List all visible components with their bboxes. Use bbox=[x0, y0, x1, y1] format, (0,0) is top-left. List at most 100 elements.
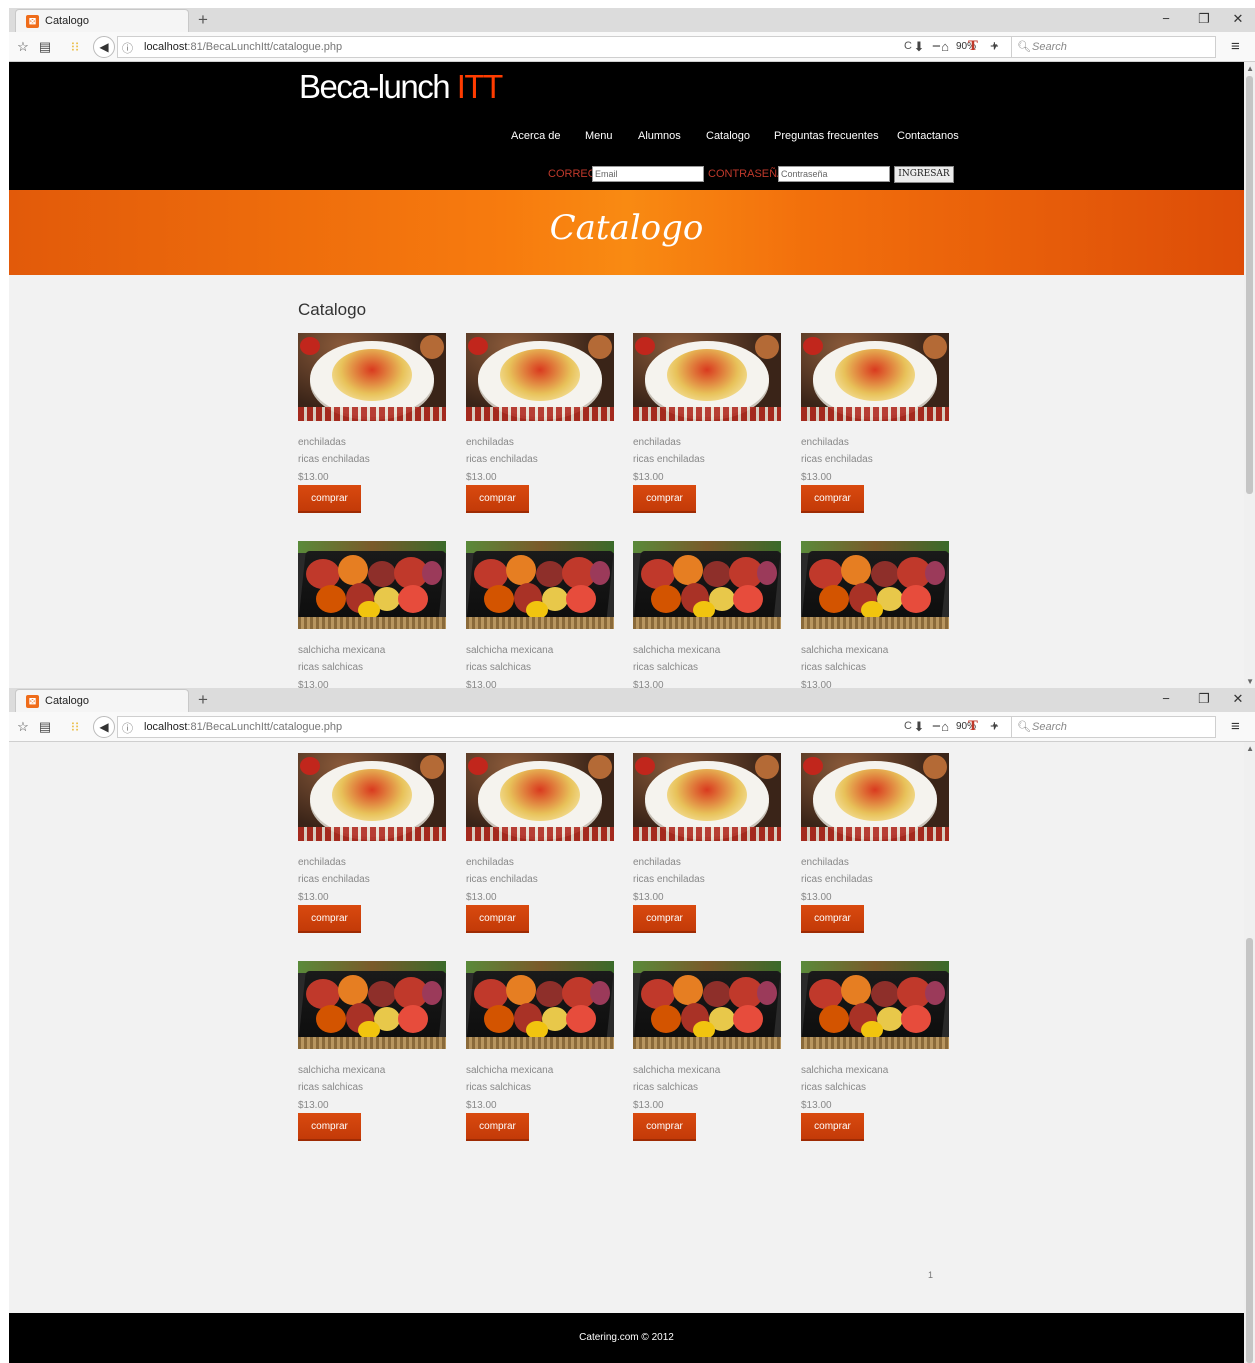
info-icon[interactable]: ⓘ bbox=[122, 40, 133, 56]
product-image[interactable] bbox=[298, 333, 446, 421]
buy-button[interactable]: comprar bbox=[633, 485, 696, 513]
product-card: salchicha mexicana ricas salchicas $13.00 c… bbox=[801, 961, 949, 1141]
product-image[interactable] bbox=[633, 753, 781, 841]
product-image[interactable] bbox=[801, 541, 949, 629]
buy-button[interactable]: comprar bbox=[801, 1113, 864, 1141]
product-price: $13.00 bbox=[633, 472, 664, 483]
buy-button[interactable]: comprar bbox=[633, 1113, 696, 1141]
apps-icon[interactable]: ⁝⁝ bbox=[67, 38, 83, 55]
scroll-up-icon[interactable]: ▲ bbox=[1246, 744, 1254, 753]
browser-tab[interactable]: ⊠ Catalogo bbox=[15, 9, 189, 32]
banner-title: Catalogo bbox=[549, 208, 704, 248]
product-name: enchiladas bbox=[298, 857, 346, 868]
product-image[interactable] bbox=[801, 961, 949, 1049]
scroll-down-icon[interactable]: ▼ bbox=[1246, 677, 1254, 686]
vertical-scrollbar[interactable]: ▲ ▼ bbox=[1244, 62, 1255, 688]
dropdown-icon[interactable]: ▾ bbox=[987, 38, 1003, 55]
back-arrow-icon[interactable]: ◀ bbox=[93, 716, 115, 738]
product-image[interactable] bbox=[801, 333, 949, 421]
bookmark-star-icon[interactable]: ☆ bbox=[15, 38, 31, 55]
nav-menu[interactable]: Menu bbox=[585, 130, 613, 142]
restore-button[interactable]: ❐ bbox=[1195, 691, 1213, 707]
site-logo[interactable]: Beca-lunch ITT bbox=[299, 68, 503, 106]
product-description: ricas enchiladas bbox=[801, 874, 873, 885]
product-image[interactable] bbox=[298, 753, 446, 841]
home-icon[interactable]: ⌂ bbox=[937, 38, 953, 55]
product-description: ricas salchicas bbox=[633, 662, 699, 673]
download-icon[interactable]: ⬇ bbox=[911, 718, 927, 735]
new-tab-button[interactable]: + bbox=[195, 9, 211, 31]
search-box[interactable]: 🔍︎ Search bbox=[1011, 716, 1216, 738]
password-field[interactable]: Contraseña bbox=[778, 166, 890, 182]
buy-button[interactable]: comprar bbox=[298, 905, 361, 933]
product-image[interactable] bbox=[801, 753, 949, 841]
hamburger-menu-icon[interactable]: ≡ bbox=[1231, 718, 1240, 735]
email-field[interactable]: Email bbox=[592, 166, 704, 182]
favicon-icon: ⊠ bbox=[26, 15, 39, 28]
text-extension-icon[interactable]: T bbox=[965, 38, 981, 55]
product-image[interactable] bbox=[466, 753, 614, 841]
buy-button[interactable]: comprar bbox=[801, 905, 864, 933]
product-card: enchiladas ricas enchiladas $13.00 comprar bbox=[466, 753, 614, 933]
product-image[interactable] bbox=[466, 961, 614, 1049]
buy-button[interactable]: comprar bbox=[801, 485, 864, 513]
text-extension-icon[interactable]: T bbox=[965, 718, 981, 735]
login-button[interactable]: INGRESAR bbox=[894, 166, 954, 183]
product-image[interactable] bbox=[633, 333, 781, 421]
bookmark-star-icon[interactable]: ☆ bbox=[15, 718, 31, 735]
nav-catalogo[interactable]: Catalogo bbox=[706, 130, 750, 142]
email-label: CORREO bbox=[548, 168, 597, 180]
buy-button[interactable]: comprar bbox=[298, 1113, 361, 1141]
vertical-scrollbar[interactable]: ▲ bbox=[1244, 742, 1255, 1363]
close-button[interactable]: ✕ bbox=[1229, 11, 1247, 27]
browser-window-bottom: ⊠ Catalogo + − ❐ ✕ ☆ ▤ ⁝⁝ ◀ ⓘ localhost:… bbox=[9, 688, 1255, 1363]
restore-button[interactable]: ❐ bbox=[1195, 11, 1213, 27]
product-price: $13.00 bbox=[298, 680, 329, 688]
buy-button[interactable]: comprar bbox=[466, 1113, 529, 1141]
new-tab-button[interactable]: + bbox=[195, 689, 211, 711]
search-icon: 🔍︎ bbox=[1017, 721, 1031, 733]
nav-acerca-de[interactable]: Acerca de bbox=[511, 130, 561, 142]
product-description: ricas enchiladas bbox=[466, 874, 538, 885]
product-card: enchiladas ricas enchiladas $13.00 comprar bbox=[801, 753, 949, 933]
buy-button[interactable]: comprar bbox=[466, 905, 529, 933]
minimize-button[interactable]: − bbox=[1157, 691, 1175, 706]
buy-button[interactable]: comprar bbox=[633, 905, 696, 933]
nav-alumnos[interactable]: Alumnos bbox=[638, 130, 681, 142]
product-price: $13.00 bbox=[466, 892, 497, 903]
product-image[interactable] bbox=[466, 541, 614, 629]
back-arrow-icon[interactable]: ◀ bbox=[93, 36, 115, 58]
minimize-button[interactable]: − bbox=[1157, 11, 1175, 26]
nav-preguntas-frecuentes[interactable]: Preguntas frecuentes bbox=[774, 130, 879, 142]
product-image[interactable] bbox=[466, 333, 614, 421]
apps-icon[interactable]: ⁝⁝ bbox=[67, 718, 83, 735]
reading-list-icon[interactable]: ▤ bbox=[37, 38, 53, 55]
url-bar[interactable]: ⓘ localhost:81/BecaLunchItt/catalogue.ph… bbox=[117, 716, 1017, 738]
info-icon[interactable]: ⓘ bbox=[122, 720, 133, 736]
home-icon[interactable]: ⌂ bbox=[937, 718, 953, 735]
download-icon[interactable]: ⬇ bbox=[911, 38, 927, 55]
browser-tab[interactable]: ⊠ Catalogo bbox=[15, 689, 189, 712]
close-button[interactable]: ✕ bbox=[1229, 691, 1247, 707]
product-description: ricas salchicas bbox=[298, 662, 364, 673]
url-bar[interactable]: ⓘ localhost:81/BecaLunchItt/catalogue.ph… bbox=[117, 36, 1017, 58]
search-box[interactable]: 🔍︎ Search bbox=[1011, 36, 1216, 58]
pagination-page[interactable]: 1 bbox=[928, 1270, 933, 1280]
scrollbar-thumb[interactable] bbox=[1246, 938, 1253, 1363]
nav-contactanos[interactable]: Contactanos bbox=[897, 130, 959, 142]
buy-button[interactable]: comprar bbox=[466, 485, 529, 513]
hamburger-menu-icon[interactable]: ≡ bbox=[1231, 38, 1240, 55]
reading-list-icon[interactable]: ▤ bbox=[37, 718, 53, 735]
buy-button[interactable]: comprar bbox=[298, 485, 361, 513]
product-description: ricas salchicas bbox=[801, 1082, 867, 1093]
product-image[interactable] bbox=[633, 541, 781, 629]
product-image[interactable] bbox=[633, 961, 781, 1049]
product-image[interactable] bbox=[298, 541, 446, 629]
product-name: salchicha mexicana bbox=[466, 645, 554, 656]
product-image[interactable] bbox=[298, 961, 446, 1049]
navigation-bar: ☆ ▤ ⁝⁝ ◀ ⓘ localhost:81/BecaLunchItt/cat… bbox=[9, 712, 1255, 742]
scroll-up-icon[interactable]: ▲ bbox=[1246, 64, 1254, 73]
site-footer: Catering.com © 2012 bbox=[9, 1313, 1244, 1363]
dropdown-icon[interactable]: ▾ bbox=[987, 718, 1003, 735]
scrollbar-thumb[interactable] bbox=[1246, 76, 1253, 494]
